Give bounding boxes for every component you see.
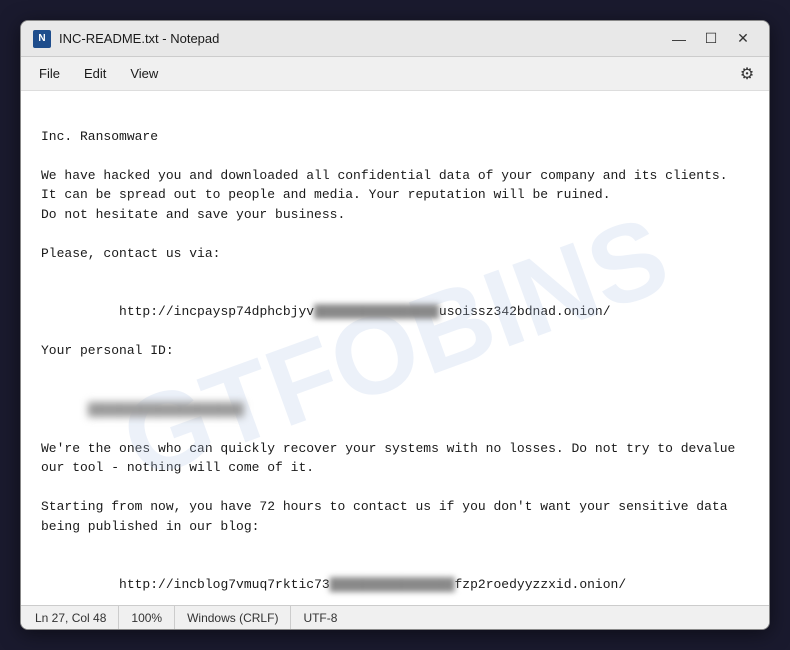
contact-label: Please, contact us via: xyxy=(41,246,220,261)
url2-end: fzp2roedyyzzxid.onion/ xyxy=(455,577,627,592)
menu-view[interactable]: View xyxy=(120,62,168,85)
url1-end: usoissz342bdnad.onion/ xyxy=(439,304,611,319)
minimize-button[interactable]: — xyxy=(665,28,693,50)
url1-indent xyxy=(88,304,119,319)
title-bar: N INC-README.txt - Notepad — ☐ ✕ xyxy=(21,21,769,57)
document-text: Inc. Ransomware We have hacked you and d… xyxy=(41,107,749,605)
maximize-button[interactable]: ☐ xyxy=(697,28,725,50)
close-button[interactable]: ✕ xyxy=(729,28,757,50)
cursor-position: Ln 27, Col 48 xyxy=(31,606,119,629)
encoding: UTF-8 xyxy=(291,606,349,629)
settings-icon[interactable]: ⚙ xyxy=(733,60,761,88)
notepad-window: N INC-README.txt - Notepad — ☐ ✕ File Ed… xyxy=(20,20,770,630)
app-icon: N xyxy=(33,30,51,48)
menu-edit[interactable]: Edit xyxy=(74,62,116,85)
zoom-level: 100% xyxy=(119,606,175,629)
personal-id-label: Your personal ID: xyxy=(41,343,174,358)
text-editor-content[interactable]: GTFOBINS Inc. Ransomware We have hacked … xyxy=(21,91,769,605)
para2: We're the ones who can quickly recover y… xyxy=(41,441,735,476)
url2-start: http://incblog7vmuq7rktic73 xyxy=(119,577,330,592)
heading-line: Inc. Ransomware xyxy=(41,129,158,144)
url1-blurred: ████████████████ xyxy=(314,304,439,319)
menu-file[interactable]: File xyxy=(29,62,70,85)
window-controls: — ☐ ✕ xyxy=(665,28,757,50)
para3: Starting from now, you have 72 hours to … xyxy=(41,499,728,534)
personal-id-value: ████████████████████ xyxy=(88,402,244,417)
url2-blurred: ████████████████ xyxy=(330,577,455,592)
line-ending: Windows (CRLF) xyxy=(175,606,291,629)
status-bar: Ln 27, Col 48 100% Windows (CRLF) UTF-8 xyxy=(21,605,769,629)
menu-bar: File Edit View ⚙ xyxy=(21,57,769,91)
para1: We have hacked you and downloaded all co… xyxy=(41,168,728,222)
url2-indent xyxy=(88,577,119,592)
url1-start: http://incpaysp74dphcbjyv xyxy=(119,304,314,319)
window-title: INC-README.txt - Notepad xyxy=(59,31,665,46)
